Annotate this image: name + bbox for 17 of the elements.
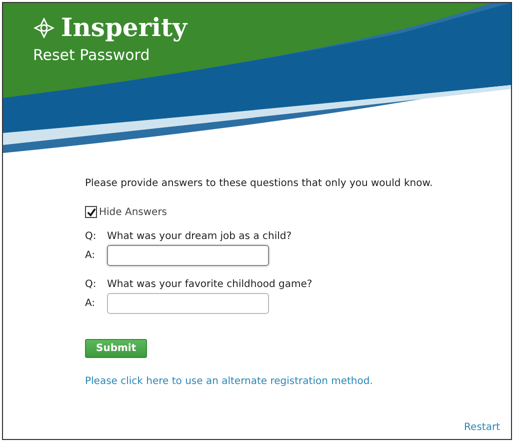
question-text: What was your dream job as a child? (107, 231, 292, 242)
hide-answers-checkbox[interactable] (85, 206, 97, 218)
question-text: What was your favorite childhood game? (107, 279, 312, 290)
logo: Insperity (61, 13, 188, 42)
question-label: Q: (85, 231, 98, 242)
restart-link[interactable]: Restart (464, 422, 500, 433)
alternate-method-link[interactable]: Please click here to use an alternate registration method. (85, 376, 511, 387)
instruction-text: Please provide answers to these questions that only you would know. (85, 178, 434, 189)
checkbox-label: Hide Answers (99, 206, 168, 218)
answer-field[interactable] (107, 245, 269, 266)
question-label: Q: (85, 279, 98, 290)
answer-label: A: (85, 298, 96, 309)
submit-button[interactable]: Submit (85, 339, 148, 358)
answer-label: A: (85, 250, 96, 261)
answer-field[interactable] (107, 293, 269, 314)
logo-icon (33, 16, 55, 38)
page-title: Reset Password (33, 46, 150, 64)
